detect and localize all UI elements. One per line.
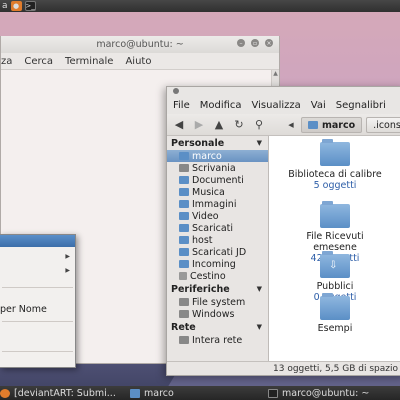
file-manager-menubar: File Modifica Visualizza Vai Segnalibri bbox=[167, 97, 400, 114]
sidebar-item-documents[interactable]: Documenti bbox=[167, 174, 268, 186]
folder-icon bbox=[179, 200, 189, 208]
close-icon[interactable] bbox=[173, 88, 179, 94]
path-button-home[interactable]: marco bbox=[301, 117, 363, 133]
up-icon[interactable]: ▲ bbox=[213, 118, 225, 131]
menu-item-bookmarks[interactable]: Segnalibri bbox=[336, 100, 386, 111]
sidebar-item-filesystem[interactable]: File system bbox=[167, 296, 268, 308]
app-menu-label[interactable]: a bbox=[2, 1, 8, 11]
folder-icon bbox=[179, 236, 189, 244]
context-menu-item-sort-name[interactable]: per Nome bbox=[0, 302, 74, 316]
menu-item-file[interactable]: File bbox=[173, 100, 190, 111]
folder-icon bbox=[179, 188, 189, 196]
folder-item[interactable]: Esempi bbox=[270, 293, 400, 334]
sidebar-item-incoming[interactable]: Incoming bbox=[167, 258, 268, 270]
terminal-icon[interactable]: >_ bbox=[24, 1, 36, 11]
path-bar: ◀ marco .icons bbox=[285, 117, 400, 133]
file-manager-titlebar[interactable] bbox=[167, 87, 400, 97]
folder-icon bbox=[320, 139, 350, 166]
scroll-up-icon[interactable]: ▲ bbox=[272, 70, 279, 77]
file-manager-window: File Modifica Visualizza Vai Segnalibri … bbox=[166, 86, 400, 376]
search-icon[interactable]: ⚲ bbox=[253, 118, 265, 131]
context-menu-item[interactable]: ▶ bbox=[0, 249, 74, 263]
top-panel: a ● >_ bbox=[0, 0, 400, 12]
folder-icon bbox=[130, 388, 140, 398]
sidebar-item-trash[interactable]: Cestino bbox=[167, 270, 268, 282]
menu-item-terminal[interactable]: Terminale bbox=[65, 56, 113, 67]
sidebar-item-windows[interactable]: Windows bbox=[167, 308, 268, 320]
trash-icon bbox=[179, 272, 187, 280]
home-folder-icon bbox=[308, 121, 318, 129]
menu-item-help[interactable]: Aiuto bbox=[125, 56, 151, 67]
terminal-menubar: za Cerca Terminale Aiuto bbox=[1, 53, 279, 70]
sidebar-item-network[interactable]: Intera rete bbox=[167, 334, 268, 346]
sidebar-section-network: Rete bbox=[171, 322, 196, 333]
network-icon bbox=[179, 336, 189, 344]
terminal-icon bbox=[268, 388, 278, 398]
terminal-titlebar[interactable]: marco@ubuntu: ~ – ▫ × bbox=[1, 36, 279, 53]
drive-icon bbox=[179, 310, 189, 318]
desktop-icon bbox=[179, 164, 189, 172]
menu-item-search[interactable]: Cerca bbox=[24, 56, 53, 67]
sidebar-item-marco[interactable]: marco bbox=[167, 150, 268, 162]
context-menu-item[interactable]: ▶ bbox=[0, 263, 74, 277]
folder-icon bbox=[179, 224, 189, 232]
forward-icon[interactable]: ▶ bbox=[193, 118, 205, 131]
menu-separator bbox=[2, 287, 73, 288]
taskbar-item-file-manager[interactable]: marco bbox=[130, 387, 174, 399]
menu-item-edit[interactable]: Modifica bbox=[200, 100, 242, 111]
folder-icon bbox=[320, 293, 350, 320]
menu-separator bbox=[2, 321, 73, 322]
back-icon[interactable]: ◀ bbox=[173, 118, 185, 131]
sidebar-item-host[interactable]: host bbox=[167, 234, 268, 246]
public-folder-icon: ⇩ bbox=[320, 251, 350, 278]
home-folder-icon bbox=[179, 152, 189, 160]
sidebar-section-devices: Periferiche bbox=[171, 284, 230, 295]
sidebar-item-video[interactable]: Video bbox=[167, 210, 268, 222]
collapse-icon[interactable]: ▼ bbox=[257, 323, 262, 331]
bottom-taskbar: [deviantART: Submi... marco marco@ubuntu… bbox=[0, 386, 400, 400]
submenu-arrow-icon: ▶ bbox=[65, 252, 70, 260]
places-sidebar: Personale ▼ marco Scrivania Documenti Mu… bbox=[167, 136, 269, 361]
path-scroll-left-icon[interactable]: ◀ bbox=[285, 121, 297, 129]
firefox-icon bbox=[0, 388, 10, 398]
terminal-title: marco@ubuntu: ~ bbox=[96, 39, 184, 50]
folder-icon bbox=[179, 260, 189, 268]
folder-item[interactable]: Biblioteca di calibre 5 oggetti bbox=[270, 139, 400, 191]
sidebar-item-downloads-jd[interactable]: Scaricati JD bbox=[167, 246, 268, 258]
reload-icon[interactable]: ↻ bbox=[233, 118, 245, 131]
sidebar-section-personal: Personale bbox=[171, 138, 225, 149]
sidebar-item-downloads[interactable]: Scaricati bbox=[167, 222, 268, 234]
status-text: 13 oggetti, 5,5 GB di spazio bbox=[273, 363, 398, 374]
folder-icon bbox=[179, 176, 189, 184]
close-icon[interactable]: × bbox=[265, 39, 273, 47]
context-menu-highlight[interactable] bbox=[0, 235, 75, 247]
folder-icon bbox=[179, 212, 189, 220]
status-bar: 13 oggetti, 5,5 GB di spazio bbox=[167, 361, 400, 375]
taskbar-item-terminal[interactable]: marco@ubuntu: ~ bbox=[268, 387, 369, 399]
icon-view[interactable]: Biblioteca di calibre 5 oggetti File Ric… bbox=[270, 136, 400, 361]
folder-icon bbox=[320, 201, 350, 228]
sidebar-item-desktop[interactable]: Scrivania bbox=[167, 162, 268, 174]
menu-item-view[interactable]: Visualizza bbox=[252, 100, 301, 111]
collapse-icon[interactable]: ▼ bbox=[257, 139, 262, 147]
sidebar-item-music[interactable]: Musica bbox=[167, 186, 268, 198]
menu-item-view[interactable]: za bbox=[1, 56, 12, 67]
file-manager-toolbar: ◀ ▶ ▲ ↻ ⚲ ◀ marco .icons bbox=[167, 114, 400, 136]
minimize-icon[interactable]: – bbox=[237, 39, 245, 47]
submenu-arrow-icon: ▶ bbox=[65, 266, 70, 274]
path-button-icons[interactable]: .icons bbox=[366, 117, 400, 133]
taskbar-item-browser[interactable]: [deviantART: Submi... bbox=[0, 387, 116, 399]
menu-separator bbox=[2, 351, 73, 352]
sidebar-item-pictures[interactable]: Immagini bbox=[167, 198, 268, 210]
maximize-icon[interactable]: ▫ bbox=[251, 39, 259, 47]
context-menu: ▶ ▶ per Nome bbox=[0, 234, 76, 368]
menu-item-go[interactable]: Vai bbox=[311, 100, 326, 111]
collapse-icon[interactable]: ▼ bbox=[257, 285, 262, 293]
firefox-icon[interactable]: ● bbox=[10, 1, 22, 11]
folder-icon bbox=[179, 248, 189, 256]
drive-icon bbox=[179, 298, 189, 306]
